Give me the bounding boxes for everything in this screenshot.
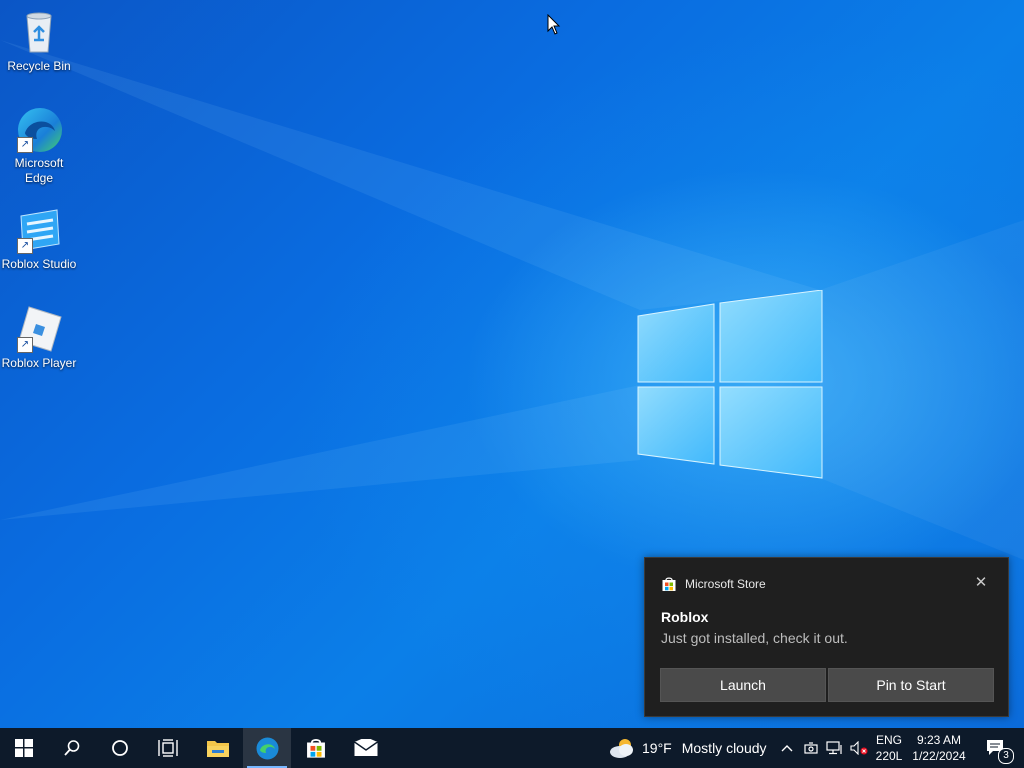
chevron-up-icon: [781, 745, 793, 752]
input-language-button[interactable]: ENG 220L: [872, 728, 906, 768]
search-icon: [64, 740, 80, 756]
task-view-button[interactable]: [144, 728, 192, 768]
microsoft-store-icon: [662, 577, 676, 591]
action-center-button[interactable]: 3: [976, 728, 1016, 768]
roblox-player-icon: ↗: [15, 305, 63, 353]
cortana-icon: [112, 740, 128, 756]
language-layout: 220L: [875, 749, 903, 763]
clock-date: 1/22/2024: [912, 749, 966, 763]
mail-icon: [354, 739, 378, 756]
desktop-icon-roblox-player[interactable]: ↗ Roblox Player: [0, 305, 78, 371]
pin-to-start-button[interactable]: Pin to Start: [828, 668, 994, 702]
partly-cloudy-icon: [610, 739, 633, 758]
notification-count-badge: 3: [998, 748, 1014, 764]
desktop-icon-label: Recycle Bin: [7, 59, 71, 73]
weather-widget[interactable]: 19°F Mostly cloudy: [608, 728, 767, 768]
toast-app-name: Microsoft Store: [685, 577, 766, 591]
network-button[interactable]: [825, 728, 845, 768]
desktop-icon-microsoft-edge[interactable]: ↗ Microsoft Edge: [0, 105, 78, 186]
camera-icon: [804, 742, 818, 754]
file-explorer-icon: [207, 741, 229, 757]
shortcut-arrow-icon: ↗: [17, 238, 33, 254]
desktop[interactable]: Recycle Bin ↗ Microsoft Edge ↗ Roblox St…: [0, 0, 1024, 728]
desktop-icon-label: Roblox Player: [1, 356, 77, 370]
language-code: ENG: [875, 733, 902, 747]
mouse-cursor-icon: [547, 14, 561, 35]
toast-app-row: Microsoft Store: [661, 576, 766, 592]
recycle-bin-icon: [15, 8, 63, 56]
start-button[interactable]: [0, 728, 48, 768]
mail-taskbar-button[interactable]: [342, 728, 390, 768]
microsoft-store-icon: [307, 739, 325, 758]
desktop-icon-label: Microsoft Edge: [14, 156, 64, 185]
task-view-icon: [158, 739, 178, 757]
show-hidden-icons-button[interactable]: [779, 728, 795, 768]
toast-body: Just got installed, check it out.: [661, 630, 848, 646]
edge-icon: ↗: [15, 105, 63, 153]
toast-notification[interactable]: Microsoft Store ✕ Roblox Just got instal…: [644, 557, 1009, 717]
edge-icon: [256, 737, 279, 760]
desktop-icon-recycle-bin[interactable]: Recycle Bin: [0, 8, 78, 74]
desktop-icon-label: Roblox Studio: [1, 257, 77, 271]
desktop-icon-roblox-studio[interactable]: ↗ Roblox Studio: [0, 206, 78, 272]
shortcut-arrow-icon: ↗: [17, 137, 33, 153]
network-icon: [826, 741, 842, 755]
toast-close-button[interactable]: ✕: [970, 572, 992, 594]
shortcut-arrow-icon: ↗: [17, 337, 33, 353]
taskbar: 19°F Mostly cloudy ENG 220L 9:23 AM 1/22…: [0, 728, 1024, 768]
windows-logo: [637, 290, 823, 479]
launch-button[interactable]: Launch: [660, 668, 826, 702]
windows-start-icon: [15, 739, 33, 757]
roblox-studio-icon: ↗: [15, 206, 63, 254]
volume-muted-icon: [850, 741, 868, 755]
cortana-button[interactable]: [96, 728, 144, 768]
close-icon: ✕: [974, 574, 988, 591]
microsoft-store-taskbar-button[interactable]: [292, 728, 340, 768]
volume-button[interactable]: [849, 728, 869, 768]
file-explorer-button[interactable]: [194, 728, 242, 768]
weather-temperature: 19°F: [642, 740, 672, 756]
edge-taskbar-button[interactable]: [243, 728, 291, 768]
weather-condition: Mostly cloudy: [681, 740, 767, 756]
clock-button[interactable]: 9:23 AM 1/22/2024: [910, 728, 968, 768]
meet-now-button[interactable]: [803, 728, 819, 768]
search-button[interactable]: [48, 728, 96, 768]
toast-title: Roblox: [661, 609, 709, 625]
clock-time: 9:23 AM: [916, 733, 962, 747]
